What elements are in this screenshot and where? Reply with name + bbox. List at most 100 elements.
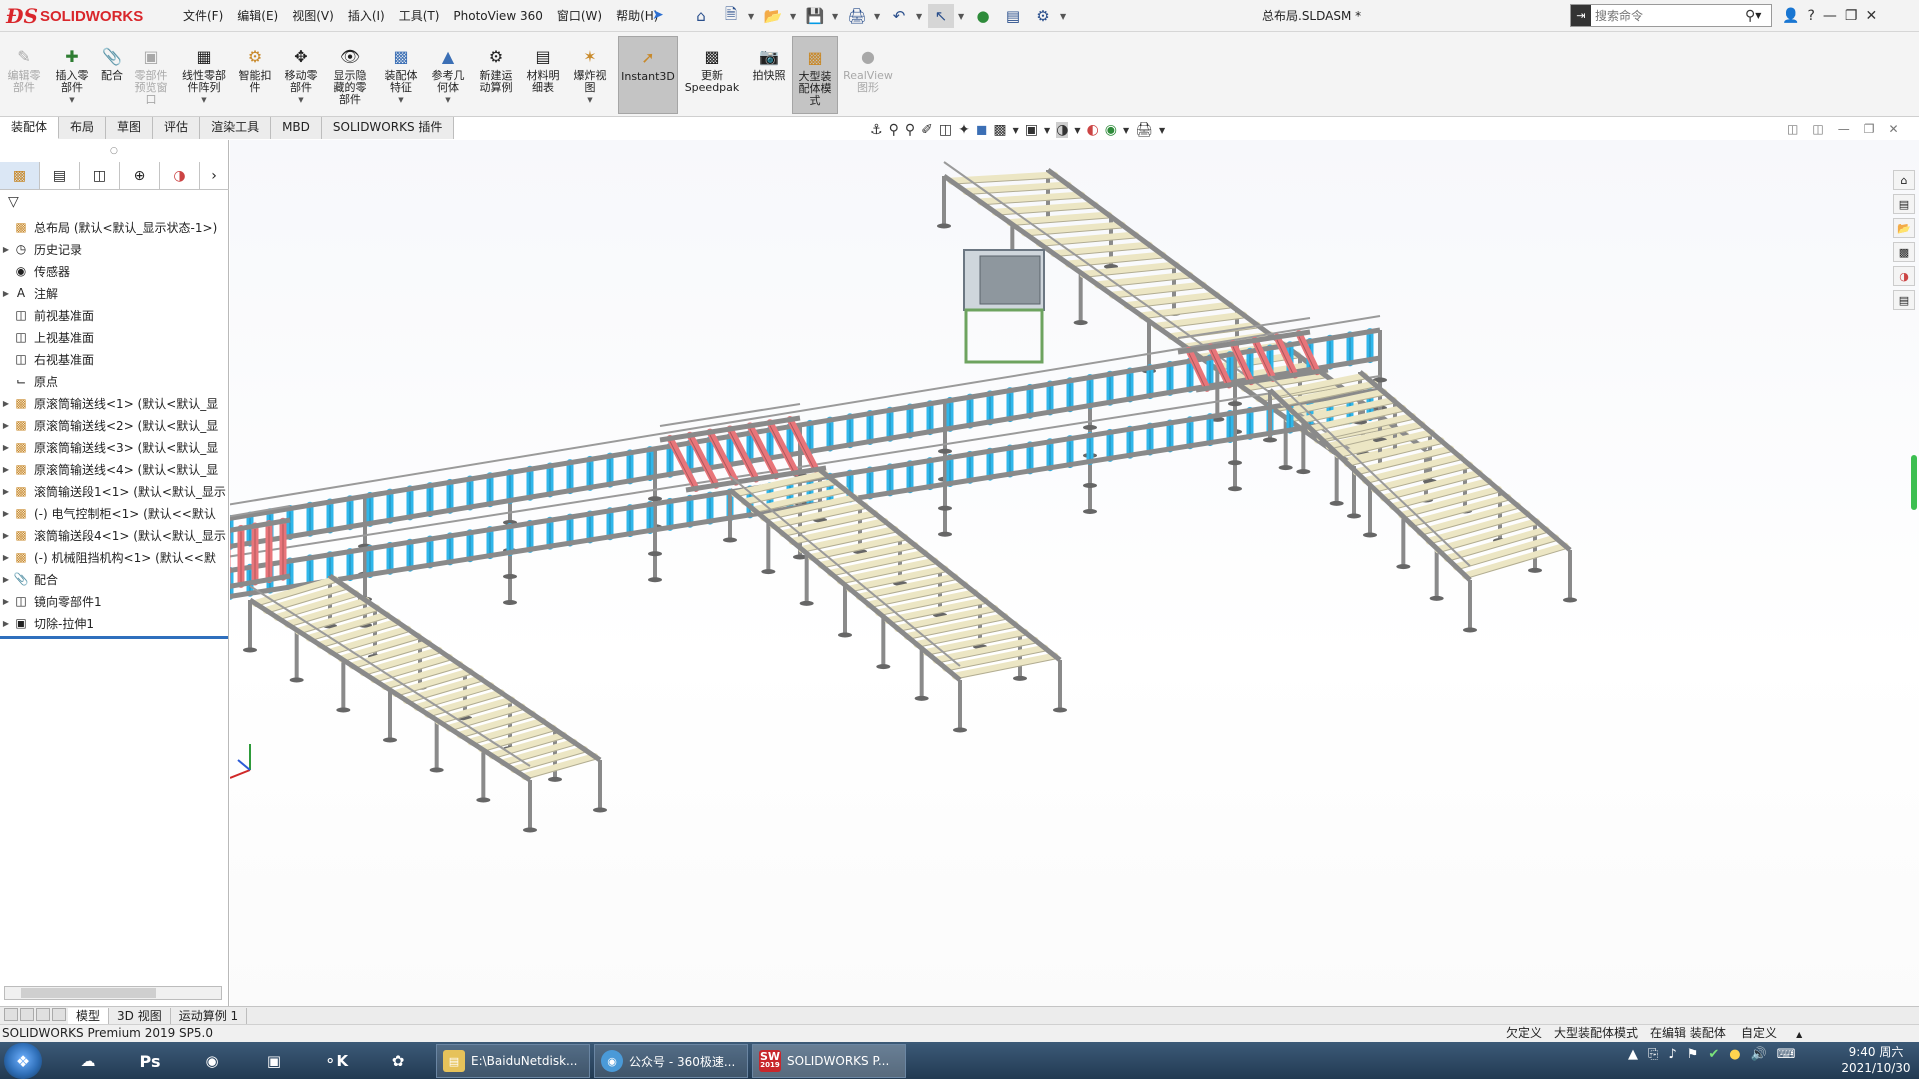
instant3d-button[interactable]: ➚ Instant3D (618, 36, 678, 114)
tab-evaluate[interactable]: 评估 (153, 117, 201, 139)
tree-item-roller-section-1[interactable]: ▶ ▩ 滚筒输送段1<1> (默认<默认_显示 (0, 480, 229, 502)
help-icon[interactable]: ? (1807, 8, 1814, 24)
usb-icon[interactable]: ⎘ (1648, 1047, 1658, 1062)
print-icon[interactable]: 🖨 (844, 4, 870, 28)
tab-sketch[interactable]: 草图 (106, 117, 154, 139)
assembly-feature-button[interactable]: ▩ 装配体 特征 ▼ (378, 36, 424, 114)
open-folder-icon[interactable]: 📂 (760, 4, 786, 28)
photoshop-icon[interactable]: Ps (130, 1045, 170, 1077)
chevron-down-icon[interactable]: ▼ (916, 12, 924, 21)
chevron-down-icon[interactable]: ▼ (69, 94, 74, 106)
view-orientation-icon[interactable]: ⚓ (870, 122, 883, 138)
prev-tab-icon[interactable] (20, 1007, 34, 1021)
tree-item-conveyor-4[interactable]: ▶ ▩ 原滚筒输送线<4> (默认<默认_显 (0, 458, 229, 480)
unit-system-selector[interactable]: 自定义 ▲ (1741, 1025, 1802, 1043)
next-tab-icon[interactable] (36, 1007, 50, 1021)
feature-tree-tab-icon[interactable]: ▩ (0, 162, 40, 189)
tab-assembly[interactable]: 装配体 (0, 117, 60, 139)
traffic-light-icon[interactable]: ● (970, 4, 996, 28)
menu-tools[interactable]: 工具(T) (392, 0, 447, 32)
tab-render-tools[interactable]: 渲染工具 (200, 117, 272, 139)
configuration-tab-icon[interactable]: ◫ (80, 162, 120, 189)
baidu-netdisk-icon[interactable]: ☁ (68, 1045, 108, 1077)
update-speedpak-button[interactable]: ▩ 更新 Speedpak (684, 36, 740, 114)
expand-icon[interactable]: ▶ (0, 597, 12, 606)
custom-properties-icon[interactable]: ▤ (1893, 290, 1915, 310)
expand-icon[interactable]: ▶ (0, 245, 12, 254)
view-cube-icon[interactable]: ◼ (976, 122, 988, 138)
restore-icon[interactable]: ❐ (1845, 8, 1858, 24)
edit-appearance-icon[interactable]: ◑ (1056, 122, 1069, 138)
chevron-down-icon[interactable]: ▼ (1060, 12, 1068, 21)
panel-grip-icon[interactable]: ○ (110, 146, 118, 156)
select-pointer-icon[interactable]: ↖ (928, 4, 954, 28)
tree-item-sensors[interactable]: ◉ 传感器 (0, 260, 229, 282)
expand-icon[interactable]: ▶ (0, 553, 12, 562)
options-gear-icon[interactable]: ⚙ (1030, 4, 1056, 28)
menu-window[interactable]: 窗口(W) (550, 0, 609, 32)
tree-item-top-plane[interactable]: ◫ 上视基准面 (0, 326, 229, 348)
bom-button[interactable]: ▤ 材料明 细表 (522, 36, 564, 114)
save-icon[interactable]: 💾 (802, 4, 828, 28)
menu-file[interactable]: 文件(F) (176, 0, 230, 32)
chevron-down-icon[interactable]: ▼ (1044, 126, 1050, 135)
expand-icon[interactable]: ▶ (0, 465, 12, 474)
design-library-icon[interactable]: ▤ (1893, 194, 1915, 214)
conveyor-assembly-model[interactable] (230, 140, 1919, 1006)
antivirus-icon[interactable]: ● (1729, 1047, 1740, 1062)
screenshot-tool-icon[interactable]: ▣ (254, 1045, 294, 1077)
tree-item-cut-extrude[interactable]: ▶ ▣ 切除-拉伸1 (0, 612, 229, 634)
restore-icon[interactable]: ❐ (1864, 122, 1875, 136)
filter-icon[interactable]: ▽ (8, 194, 19, 210)
horizontal-scrollbar[interactable] (4, 986, 222, 1000)
tile-right-icon[interactable]: ◫ (1812, 122, 1823, 136)
solidworks-logo[interactable]: ƉS SOLIDWORKS (6, 3, 154, 29)
tree-item-stopper[interactable]: ▶ ▩ (-) 机械阻挡机构<1> (默认<<默 (0, 546, 229, 568)
tree-item-front-plane[interactable]: ◫ 前视基准面 (0, 304, 229, 326)
chevron-down-icon[interactable]: ▼ (790, 12, 798, 21)
minimize-icon[interactable]: — (1823, 8, 1837, 24)
realview-button[interactable]: ● RealView 图形 (842, 36, 894, 114)
chevron-down-icon[interactable]: ▼ (874, 12, 882, 21)
chevron-down-icon[interactable]: ▼ (1755, 11, 1761, 20)
display-style-icon[interactable]: ▩ (993, 122, 1006, 138)
speaker-icon[interactable]: 🔊 (1751, 1047, 1767, 1062)
snapshot-button[interactable]: 📷 拍快照 (748, 36, 790, 114)
zoom-to-fit-icon[interactable]: ⚲ (889, 122, 899, 138)
tab-mbd[interactable]: MBD (271, 117, 322, 139)
expand-icon[interactable]: ▶ (0, 575, 12, 584)
appearances-icon[interactable]: ◑ (1893, 266, 1915, 286)
menu-view[interactable]: 视图(V) (285, 0, 341, 32)
close-icon[interactable]: ✕ (1865, 8, 1877, 24)
smart-fastener-button[interactable]: ⚙ 智能扣 件 (234, 36, 276, 114)
hide-show-icon[interactable]: ▣ (1025, 122, 1038, 138)
zoom-area-icon[interactable]: ⚲ (905, 122, 915, 138)
tree-rollback-bar[interactable] (0, 636, 228, 639)
start-button[interactable]: ❖ (4, 1043, 42, 1079)
edit-component-button[interactable]: ✎ 编辑零 部件 (4, 36, 44, 114)
network-icon[interactable]: ▲ (1628, 1047, 1638, 1062)
tree-item-mates[interactable]: ▶ 📎 配合 (0, 568, 229, 590)
graphics-area[interactable] (230, 140, 1919, 1006)
tree-item-mirror[interactable]: ▶ ◫ 镜向零部件1 (0, 590, 229, 612)
menu-photoview[interactable]: PhotoView 360 (446, 0, 549, 32)
search-box[interactable]: ⇥ ⚲ ▼ (1570, 4, 1772, 27)
exploded-view-button[interactable]: ✶ 爆炸视 图 ▼ (570, 36, 610, 114)
motion-study-button[interactable]: ⚙ 新建运 动算例 (474, 36, 518, 114)
expand-icon[interactable]: ▶ (0, 619, 12, 628)
search-input[interactable] (1595, 8, 1743, 23)
tree-item-conveyor-3[interactable]: ▶ ▩ 原滚筒输送线<3> (默认<默认_显 (0, 436, 229, 458)
chevron-down-icon[interactable]: ▼ (958, 12, 966, 21)
preview-window-button[interactable]: ▣ 零部件 预览窗 口 (130, 36, 172, 114)
expand-icon[interactable]: ▶ (0, 487, 12, 496)
tab-layout[interactable]: 布局 (59, 117, 107, 139)
appearance-sphere-icon[interactable]: ◉ (1105, 122, 1117, 138)
undo-icon[interactable]: ↶ (886, 4, 912, 28)
tab-addins[interactable]: SOLIDWORKS 插件 (321, 117, 455, 139)
linear-pattern-button[interactable]: ▦ 线性零部 件阵列 ▼ (176, 36, 232, 114)
tree-item-conveyor-2[interactable]: ▶ ▩ 原滚筒输送线<2> (默认<默认_显 (0, 414, 229, 436)
file-properties-icon[interactable]: ▤ (1000, 4, 1026, 28)
home-icon[interactable]: ⌂ (688, 4, 714, 28)
chevron-right-icon[interactable]: › (200, 162, 228, 189)
move-component-button[interactable]: ✥ 移动零 部件 ▼ (280, 36, 322, 114)
